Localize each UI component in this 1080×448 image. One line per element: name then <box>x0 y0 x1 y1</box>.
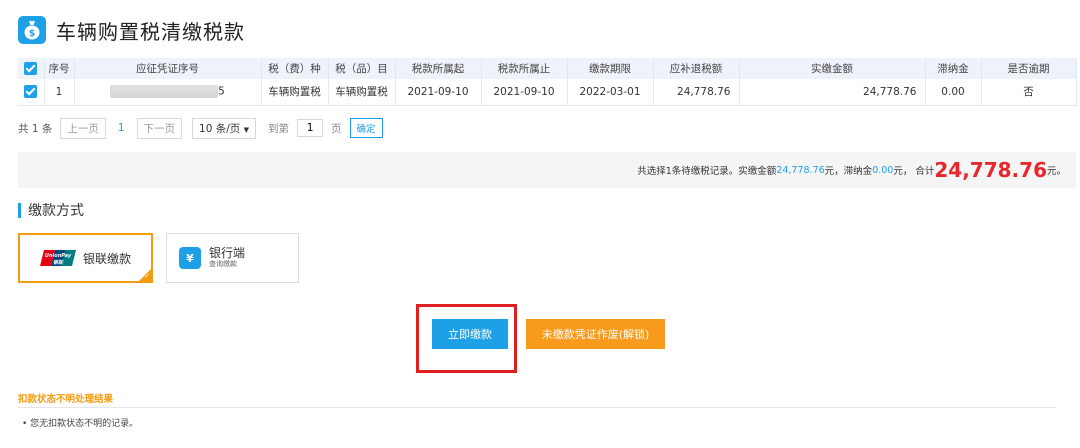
page-size-value: 10 条/页 <box>199 122 241 135</box>
cell-tax-type: 车辆购置税 <box>261 79 329 106</box>
svg-text:$: $ <box>29 29 35 39</box>
cell-paid: 24,778.76 <box>739 79 926 106</box>
voucher-suffix: 5 <box>218 85 225 98</box>
table-header-row: 序号 应征凭证序号 税（费）种 税（品）目 税款所属起 税款所属止 缴款期限 应… <box>18 58 1077 79</box>
table-row[interactable]: 1 5 车辆购置税 车辆购置税 2021-09-10 2021-09-10 20… <box>18 79 1077 106</box>
col-header-tax-item: 税（品）目 <box>328 58 396 79</box>
col-header-late-fee: 滞纳金 <box>925 58 982 79</box>
select-all-checkbox[interactable] <box>18 58 45 79</box>
pay-now-button[interactable]: 立即缴款 <box>432 319 508 349</box>
col-header-tax-type: 税（费）种 <box>261 58 329 79</box>
summary-paid-amount: 24,778.76 <box>776 164 825 176</box>
status-message: • 您无扣款状态不明的记录。 <box>22 419 139 429</box>
col-header-index: 序号 <box>44 58 75 79</box>
bank-label: 银行端 <box>209 246 246 260</box>
checkbox-checked-icon <box>24 85 38 99</box>
summary-late-fee: 0.00 <box>872 164 894 176</box>
unionpay-logo-text: UnionPay 银联 <box>44 253 72 266</box>
summary-total: 24,778.76 <box>934 158 1047 182</box>
cell-overdue: 否 <box>981 79 1077 106</box>
cell-tax-item: 车辆购置税 <box>328 79 396 106</box>
money-bag-icon: $ <box>18 16 46 44</box>
check-icon: ✓ <box>144 272 150 280</box>
goto-confirm-button[interactable]: 确定 <box>349 118 383 138</box>
next-page-button[interactable]: 下一页 <box>136 117 183 139</box>
col-header-period-end: 税款所属止 <box>481 58 568 79</box>
bank-option-text: 银行端 查询缴款 <box>209 247 245 269</box>
bank-side-option[interactable]: ¥ 银行端 查询缴款 <box>166 233 299 283</box>
total-count: 共 1 条 <box>18 122 53 135</box>
unionpay-logo-icon: UnionPay 银联 <box>40 250 77 266</box>
prev-page-button[interactable]: 上一页 <box>60 117 106 139</box>
checkbox-checked-icon <box>24 62 38 75</box>
cell-index: 1 <box>44 79 75 106</box>
masked-voucher-number <box>110 85 219 99</box>
col-header-overdue: 是否逾期 <box>981 58 1077 79</box>
page-title: 车辆购置税清缴税款 <box>56 19 245 44</box>
goto-page-input[interactable] <box>297 119 324 137</box>
unionpay-label: 银联缴款 <box>83 251 132 266</box>
cell-period-end: 2021-09-10 <box>481 79 568 106</box>
payment-summary: 共选择1条待缴税记录。实缴金额 24,778.76 元，滞纳金 0.00 元， … <box>18 152 1076 188</box>
col-header-voucher: 应征凭证序号 <box>74 58 262 79</box>
summary-text-1: 共选择1条待缴税记录。实缴金额 <box>637 166 777 177</box>
tax-table: 序号 应征凭证序号 税（费）种 税（品）目 税款所属起 税款所属止 缴款期限 应… <box>18 58 1077 106</box>
cell-late-fee: 0.00 <box>925 79 982 106</box>
summary-text-2: 元，滞纳金 <box>824 166 873 177</box>
section-accent-bar <box>18 202 21 218</box>
col-header-paid: 实缴金额 <box>739 58 926 79</box>
void-voucher-button[interactable]: 未缴款凭证作废(解锁) <box>526 319 665 349</box>
status-section-title: 扣款状态不明处理结果 <box>18 394 114 405</box>
cell-period-start: 2021-09-10 <box>395 79 482 106</box>
section-title-text: 缴款方式 <box>28 203 84 219</box>
status-divider <box>18 407 1056 408</box>
page-size-select[interactable]: 10 条/页 ▼ <box>192 117 257 139</box>
summary-text-3: 元， 合计 <box>893 166 935 177</box>
col-header-period-start: 税款所属起 <box>395 58 482 79</box>
col-header-refund: 应补退税额 <box>653 58 740 79</box>
cell-voucher: 5 <box>74 79 262 106</box>
current-page[interactable]: 1 <box>118 122 125 134</box>
summary-text-4: 元。 <box>1046 166 1066 177</box>
col-header-deadline: 缴款期限 <box>567 58 654 79</box>
payment-method-section-title: 缴款方式 <box>18 201 84 219</box>
caret-down-icon: ▼ <box>243 125 250 134</box>
cell-refund: 24,778.76 <box>653 79 740 106</box>
bank-sublabel: 查询缴款 <box>209 260 237 268</box>
page-unit-label: 页 <box>331 122 342 135</box>
pagination: 共 1 条 上一页 1 下一页 10 条/页 ▼ 到第 页 确定 <box>18 117 383 139</box>
row-checkbox[interactable] <box>18 79 45 106</box>
page-header: $ 车辆购置税清缴税款 <box>18 14 245 46</box>
unionpay-option[interactable]: UnionPay 银联 银联缴款 ✓ <box>18 233 153 283</box>
bank-money-icon: ¥ <box>179 247 201 269</box>
goto-label: 到第 <box>268 122 290 135</box>
cell-deadline: 2022-03-01 <box>567 79 654 106</box>
